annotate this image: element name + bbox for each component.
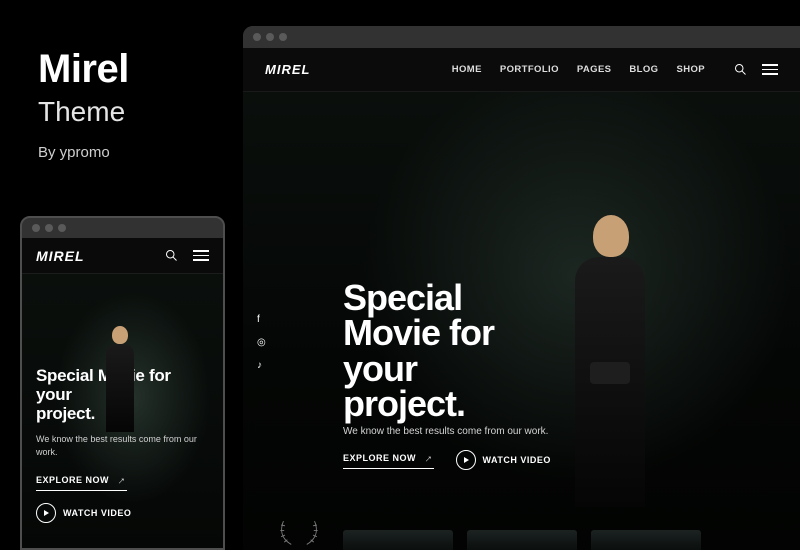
promo-subtitle: Theme [38,96,218,128]
mobile-tagline: We know the best results come from our w… [36,433,209,458]
tiktok-icon[interactable]: ♪ [257,360,266,371]
portfolio-thumb[interactable] [343,530,453,550]
explore-button[interactable]: EXPLORE NOW → [36,474,127,491]
explore-label: EXPLORE NOW [343,453,416,463]
window-dot [32,224,40,232]
promo-title: Mirel [38,48,218,90]
nav-item-home[interactable]: HOME [452,64,482,75]
watch-label: WATCH VIDEO [63,508,131,518]
promo-author: By ypromo [38,144,218,161]
desktop-hero: f ◎ ♪ Special Movie for your project. We… [243,92,800,550]
arrow-icon: → [419,449,436,466]
window-dot [253,33,261,41]
nav-item-shop[interactable]: SHOP [676,64,705,75]
instagram-icon[interactable]: ◎ [257,337,266,348]
window-dots [253,33,287,41]
play-icon [456,450,476,470]
camera-prop [590,362,630,384]
desktop-nav-icons [733,62,778,77]
hamburger-icon[interactable] [762,64,778,75]
portfolio-thumb[interactable] [591,530,701,550]
hero-photographer-figure [98,322,142,432]
promo-block: Mirel Theme By ypromo [38,48,218,161]
watch-video-button[interactable]: WATCH VIDEO [456,450,551,470]
brand-logo[interactable]: MIREL [36,248,85,264]
social-rail: f ◎ ♪ [257,314,266,371]
nav-item-blog[interactable]: BLOG [629,64,658,75]
mobile-preview-frame: MIREL Special Movie for your project. We… [20,216,225,550]
search-icon[interactable] [164,248,179,263]
mobile-cta-row: EXPLORE NOW → [36,474,209,491]
mobile-viewport: MIREL Special Movie for your project. We… [22,238,223,548]
mobile-navbar: MIREL [22,238,223,274]
watch-video-button[interactable]: WATCH VIDEO [36,503,131,523]
facebook-icon[interactable]: f [257,314,266,325]
headline-line: project. [343,383,465,424]
mobile-titlebar [22,218,223,238]
search-icon[interactable] [733,62,748,77]
window-dot [58,224,66,232]
mobile-hero: Special Movie for your project. We know … [22,274,223,548]
window-dot [279,33,287,41]
desktop-viewport: MIREL HOME PORTFOLIO PAGES BLOG SHOP f ◎… [243,48,800,550]
desktop-cta-row: EXPLORE NOW → WATCH VIDEO [343,450,551,470]
play-icon [36,503,56,523]
mobile-nav-icons [164,248,209,263]
portfolio-thumbs [343,530,701,550]
desktop-preview-frame: MIREL HOME PORTFOLIO PAGES BLOG SHOP f ◎… [243,26,800,550]
desktop-navbar: MIREL HOME PORTFOLIO PAGES BLOG SHOP [243,48,800,92]
mobile-watch-row: WATCH VIDEO [36,503,209,523]
nav-item-portfolio[interactable]: PORTFOLIO [500,64,559,75]
window-dot [266,33,274,41]
desktop-titlebar [243,26,800,48]
watch-label: WATCH VIDEO [483,455,551,465]
window-dots [32,224,66,232]
hamburger-icon[interactable] [193,250,209,261]
hero-photographer-figure [555,207,665,507]
explore-label: EXPLORE NOW [36,475,109,485]
explore-button[interactable]: EXPLORE NOW → [343,452,434,469]
desktop-tagline: We know the best results come from our w… [343,426,548,437]
headline-line: project. [36,404,95,423]
brand-logo[interactable]: MIREL [265,62,310,77]
portfolio-thumb[interactable] [467,530,577,550]
desktop-headline: Special Movie for your project. [343,280,494,421]
arrow-icon: → [112,472,129,489]
nav-item-pages[interactable]: PAGES [577,64,612,75]
laurel-icon [275,518,323,546]
window-dot [45,224,53,232]
nav-menu: HOME PORTFOLIO PAGES BLOG SHOP [452,64,705,75]
